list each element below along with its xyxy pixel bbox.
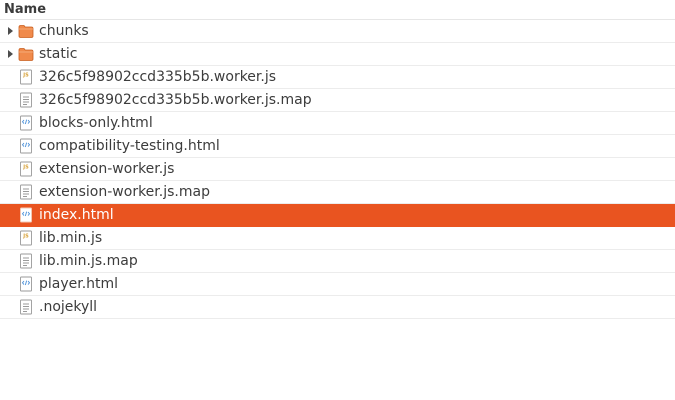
html-file-icon: [18, 115, 34, 131]
file-name: index.html: [39, 206, 114, 223]
file-row[interactable]: JS extension-worker.js: [0, 158, 675, 181]
file-row[interactable]: .nojekyll: [0, 296, 675, 319]
file-row[interactable]: 326c5f98902ccd335b5b.worker.js.map: [0, 89, 675, 112]
text-file-icon: [18, 184, 34, 200]
file-name: extension-worker.js: [39, 160, 175, 177]
file-name: compatibility-testing.html: [39, 137, 220, 154]
js-file-icon: JS: [18, 161, 34, 177]
file-row[interactable]: player.html: [0, 273, 675, 296]
text-file-icon: [18, 253, 34, 269]
file-row[interactable]: compatibility-testing.html: [0, 135, 675, 158]
name-column-header[interactable]: Name: [0, 0, 675, 20]
folder-row[interactable]: static: [0, 43, 675, 66]
folder-row[interactable]: chunks: [0, 20, 675, 43]
file-name: .nojekyll: [39, 298, 98, 315]
file-name: static: [39, 45, 78, 62]
file-row[interactable]: extension-worker.js.map: [0, 181, 675, 204]
file-row[interactable]: blocks-only.html: [0, 112, 675, 135]
file-list-view: Name chunks static JS 326c5f98902ccd335b5b.…: [0, 0, 675, 400]
folder-icon: [18, 46, 34, 62]
html-file-icon: [18, 276, 34, 292]
text-file-icon: [18, 299, 34, 315]
folder-icon: [18, 23, 34, 39]
text-file-icon: [18, 92, 34, 108]
expand-arrow-icon[interactable]: [2, 20, 18, 43]
svg-text:JS: JS: [22, 234, 29, 240]
js-file-icon: JS: [18, 69, 34, 85]
html-file-icon: [18, 207, 34, 223]
file-row[interactable]: lib.min.js.map: [0, 250, 675, 273]
file-name: player.html: [39, 275, 119, 292]
file-name: extension-worker.js.map: [39, 183, 210, 200]
name-column-label: Name: [4, 2, 47, 17]
file-name: chunks: [39, 22, 89, 39]
file-name: lib.min.js: [39, 229, 103, 246]
file-name: 326c5f98902ccd335b5b.worker.js: [39, 68, 277, 85]
file-rows: chunks static JS 326c5f98902ccd335b5b.worke…: [0, 20, 675, 319]
expand-arrow-icon[interactable]: [2, 43, 18, 66]
js-file-icon: JS: [18, 230, 34, 246]
file-row[interactable]: index.html: [0, 204, 675, 227]
file-name: 326c5f98902ccd335b5b.worker.js.map: [39, 91, 312, 108]
svg-text:JS: JS: [22, 165, 29, 171]
file-row[interactable]: JS lib.min.js: [0, 227, 675, 250]
file-row[interactable]: JS 326c5f98902ccd335b5b.worker.js: [0, 66, 675, 89]
html-file-icon: [18, 138, 34, 154]
file-name: blocks-only.html: [39, 114, 153, 131]
file-name: lib.min.js.map: [39, 252, 138, 269]
svg-text:JS: JS: [22, 73, 29, 79]
